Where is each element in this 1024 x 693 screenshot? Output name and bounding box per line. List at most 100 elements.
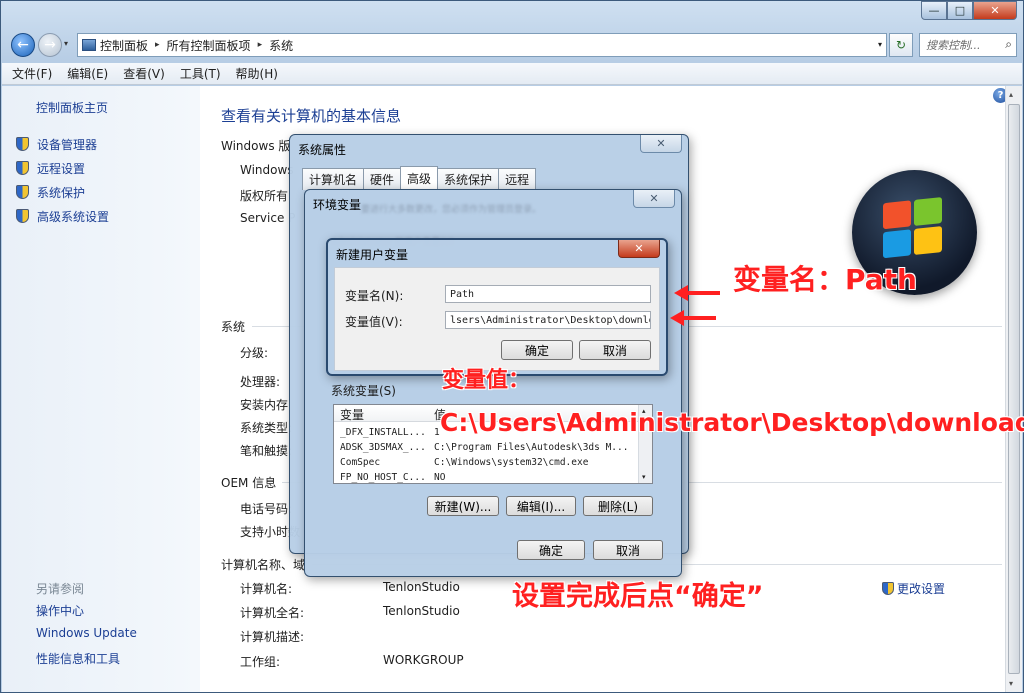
close-button[interactable]: ✕ — [618, 240, 660, 258]
breadcrumb-all-items[interactable]: 所有控制面板项 — [167, 37, 251, 54]
window-controls: — □ ✕ — [921, 1, 1017, 20]
address-dropdown-icon[interactable]: ▾ — [878, 40, 882, 49]
computer-fullname-value: TenlonStudio — [383, 604, 460, 618]
windows-flag-icon — [883, 197, 945, 262]
var-value: C:\Windows\system32\cmd.exe — [434, 457, 589, 468]
close-button[interactable]: ✕ — [973, 1, 1017, 20]
scroll-down-icon[interactable]: ▾ — [1009, 679, 1013, 688]
refresh-button[interactable]: ↻ — [889, 33, 913, 57]
menu-help[interactable]: 帮助(H) — [236, 65, 278, 82]
forward-button[interactable]: → — [38, 33, 62, 57]
sidebar-item-remote-settings[interactable]: 远程设置 — [16, 156, 109, 180]
var-name: _DFX_INSTALL... — [340, 427, 426, 438]
uac-shield-icon — [16, 209, 29, 223]
variable-value-label: 变量值(V): — [345, 315, 403, 329]
annotation-done-hint: 设置完成后点“确定” — [512, 581, 764, 612]
ok-button[interactable]: 确定 — [517, 540, 585, 560]
table-row[interactable]: ComSpec C:\Windows\system32\cmd.exe — [334, 456, 652, 471]
sidebar-item-label: 高级系统设置 — [37, 209, 110, 224]
system-variables-label: 系统变量(S) — [331, 384, 396, 398]
var-name: FP_NO_HOST_C... — [340, 472, 426, 483]
navigation-bar: ← → ▾ 控制面板 ▸ 所有控制面板项 ▸ 系统 ▾ ↻ 搜索控制... ⌕ — [1, 29, 1023, 61]
control-panel-icon — [82, 39, 96, 51]
annotation-arrow-value — [670, 310, 716, 326]
annotation-arrow-name — [674, 285, 720, 301]
workgroup-label: 工作组: — [240, 655, 281, 669]
menu-tools[interactable]: 工具(T) — [180, 65, 221, 82]
uac-shield-icon — [882, 582, 894, 595]
dialog-title: 系统属性 — [298, 143, 347, 157]
breadcrumb-separator[interactable]: ▸ — [258, 40, 263, 50]
recent-pages-dropdown[interactable]: ▾ — [64, 39, 68, 48]
tab-hardware[interactable]: 硬件 — [363, 168, 402, 190]
link-action-center[interactable]: 操作中心 — [36, 602, 137, 626]
sidebar-task-list: 设备管理器 远程设置 系统保护 高级系统设置 — [16, 132, 109, 228]
variable-name-input[interactable]: Path — [445, 285, 651, 303]
edit-system-variable-button[interactable]: 编辑(I)... — [506, 496, 576, 516]
scroll-thumb[interactable] — [1008, 104, 1020, 674]
column-header-variable[interactable]: 变量 — [340, 406, 364, 423]
back-button[interactable]: ← — [11, 33, 35, 57]
title-bar[interactable]: — □ ✕ — [1, 1, 1023, 27]
breadcrumb-control-panel[interactable]: 控制面板 — [100, 37, 148, 54]
tab-system-protection[interactable]: 系统保护 — [437, 168, 500, 190]
tab-advanced[interactable]: 高级 — [400, 166, 439, 190]
link-windows-update[interactable]: Windows Update — [36, 626, 137, 650]
scroll-down-icon[interactable]: ▾ — [642, 473, 646, 481]
cancel-button[interactable]: 取消 — [593, 540, 663, 560]
dialog-title: 环境变量 — [313, 198, 362, 212]
search-input[interactable]: 搜索控制... ⌕ — [919, 33, 1017, 57]
search-placeholder: 搜索控制... — [926, 39, 981, 52]
dialog-body: 变量名(N): Path 变量值(V): lsers\Administrator… — [334, 267, 660, 371]
cancel-button[interactable]: 取消 — [579, 340, 651, 360]
computer-description-label: 计算机描述: — [240, 630, 305, 644]
sidebar-item-label: 远程设置 — [37, 161, 86, 176]
edition-row: Windows — [240, 163, 294, 177]
address-bar[interactable]: 控制面板 ▸ 所有控制面板项 ▸ 系统 ▾ — [77, 33, 887, 57]
delete-system-variable-button[interactable]: 删除(L) — [583, 496, 653, 516]
close-button[interactable]: ✕ — [640, 135, 682, 153]
var-value: C:\Program Files\Autodesk\3ds M... — [434, 442, 629, 453]
uac-shield-icon — [16, 161, 29, 175]
sidebar-item-device-manager[interactable]: 设备管理器 — [16, 132, 109, 156]
ok-button[interactable]: 确定 — [501, 340, 573, 360]
maximize-button[interactable]: □ — [947, 1, 973, 20]
computer-fullname-label: 计算机全名: — [240, 606, 305, 620]
minimize-button[interactable]: — — [921, 1, 947, 20]
tab-computer-name[interactable]: 计算机名 — [302, 168, 365, 190]
system-row: 安装内存 — [240, 398, 289, 412]
sidebar-home-link[interactable]: 控制面板主页 — [36, 99, 108, 116]
menu-file[interactable]: 文件(F) — [12, 65, 52, 82]
system-row: 分级: — [240, 346, 269, 360]
menu-view[interactable]: 查看(V) — [123, 65, 165, 82]
new-system-variable-button[interactable]: 新建(W)... — [427, 496, 499, 516]
search-icon[interactable]: ⌕ — [1005, 37, 1012, 52]
page-title: 查看有关计算机的基本信息 — [221, 107, 402, 125]
scroll-up-icon[interactable]: ▴ — [1009, 90, 1013, 99]
see-also-heading: 另请参阅 — [36, 582, 85, 596]
tab-remote[interactable]: 远程 — [498, 168, 537, 190]
link-performance-tools[interactable]: 性能信息和工具 — [36, 650, 137, 674]
sidebar-item-system-protection[interactable]: 系统保护 — [16, 180, 109, 204]
annotation-variable-value-label: 变量值： — [442, 368, 531, 393]
table-row[interactable]: FP_NO_HOST_C... NO — [334, 471, 652, 483]
var-value: 1 — [434, 427, 440, 438]
content-scrollbar[interactable]: ▴ ▾ — [1005, 86, 1022, 692]
breadcrumb-system[interactable]: 系统 — [269, 37, 293, 54]
annotation-variable-name: 变量名：Path — [733, 263, 917, 296]
sidebar-item-advanced-settings[interactable]: 高级系统设置 — [16, 204, 109, 228]
system-section-title: 系统 — [221, 320, 246, 334]
breadcrumb-separator[interactable]: ▸ — [155, 40, 160, 50]
table-row[interactable]: ADSK_3DSMAX_... C:\Program Files\Autodesk… — [334, 441, 652, 456]
computer-section-title: 计算机名称、域 — [221, 558, 306, 572]
system-row: 笔和触摸: — [240, 444, 293, 458]
edition-section-title: Windows 版 — [221, 139, 291, 153]
close-button[interactable]: ✕ — [633, 190, 675, 208]
variable-value-input[interactable]: lsers\Administrator\Desktop\download — [445, 311, 651, 329]
change-settings-label: 更改设置 — [897, 582, 946, 596]
change-settings-link[interactable]: 更改设置 — [882, 580, 945, 597]
see-also-links: 操作中心 Windows Update 性能信息和工具 — [36, 602, 137, 674]
menu-edit[interactable]: 编辑(E) — [67, 65, 108, 82]
oem-section-title: OEM 信息 — [221, 476, 277, 490]
new-user-variable-dialog: 新建用户变量 ✕ 变量名(N): Path 变量值(V): lsers\Admi… — [326, 238, 668, 376]
